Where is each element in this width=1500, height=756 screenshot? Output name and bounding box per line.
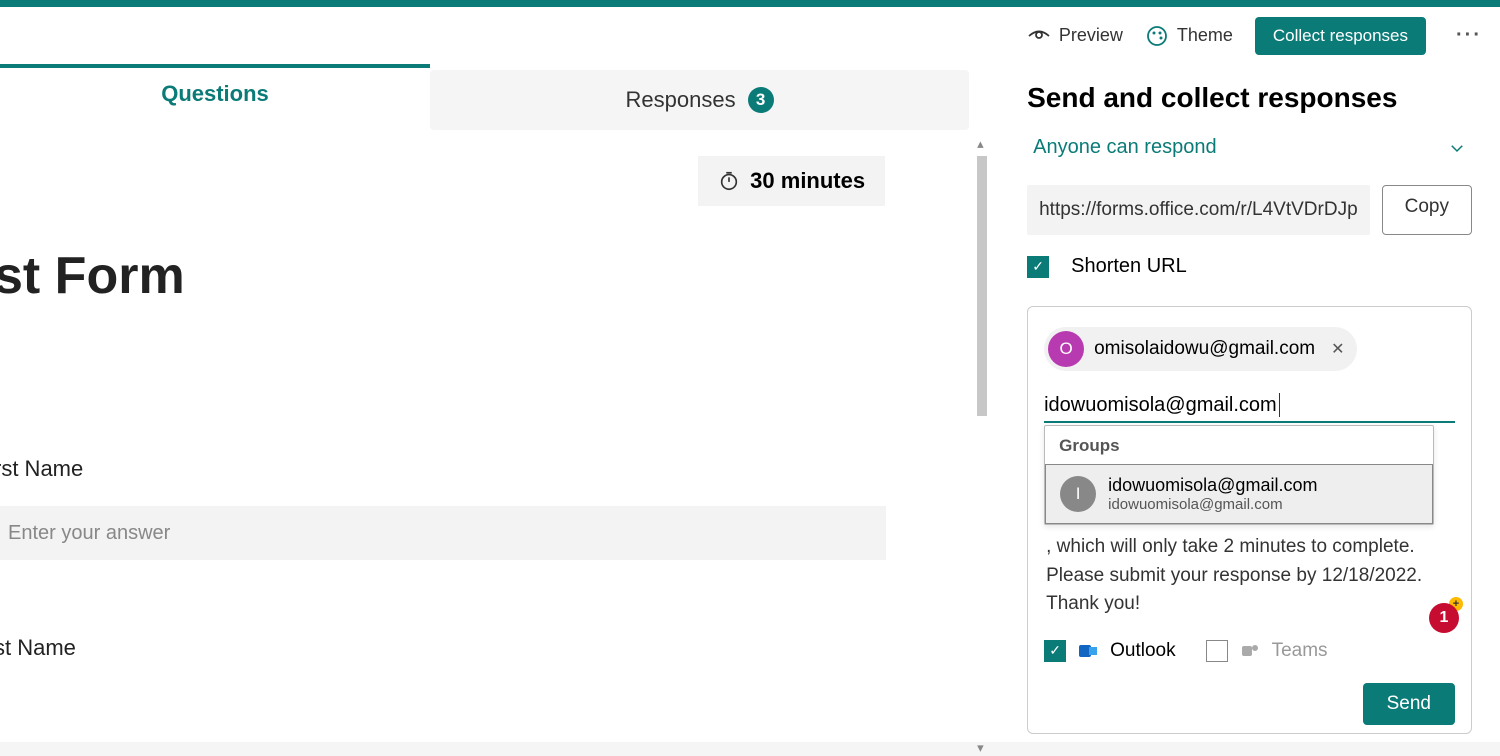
tab-questions-label: Questions — [161, 81, 269, 107]
copy-label: Copy — [1405, 196, 1449, 217]
send-button[interactable]: Send — [1363, 683, 1455, 725]
question-1-label: rst Name — [0, 456, 993, 482]
scroll-up-icon[interactable]: ▴ — [977, 136, 984, 152]
collect-label: Collect responses — [1273, 26, 1408, 45]
tabs: Questions Responses 3 — [0, 64, 993, 136]
palette-icon — [1145, 24, 1169, 48]
respond-label: Anyone can respond — [1033, 136, 1216, 159]
email-card: O omisolaidowu@gmail.com ✕ idowuomisola@… — [1027, 306, 1472, 734]
theme-button[interactable]: Theme — [1145, 24, 1233, 48]
shorten-label: Shorten URL — [1071, 255, 1187, 278]
send-options: ✓ Outlook Teams — [1044, 639, 1455, 663]
notification-badge[interactable]: 1 — [1429, 603, 1459, 633]
respond-dropdown[interactable]: Anyone can respond — [1027, 128, 1472, 167]
teams-icon — [1238, 639, 1262, 663]
header-bar: Preview Theme Collect responses ··· — [0, 7, 1500, 64]
dropdown-item[interactable]: I idowuomisola@gmail.com idowuomisola@gm… — [1045, 464, 1433, 524]
recipient-input[interactable]: idowuomisola@gmail.com — [1044, 383, 1455, 423]
url-row: https://forms.office.com/r/L4VtVDrDJp Co… — [1027, 185, 1472, 235]
teams-checkbox[interactable] — [1206, 640, 1228, 662]
dd-secondary: idowuomisola@gmail.com — [1108, 496, 1317, 513]
tab-responses[interactable]: Responses 3 — [430, 70, 969, 130]
dropdown-header: Groups — [1045, 436, 1433, 464]
text-caret — [1279, 393, 1280, 417]
message-body[interactable]: , which will only take 2 minutes to comp… — [1044, 533, 1455, 619]
collect-responses-button[interactable]: Collect responses — [1255, 17, 1426, 55]
panel-title: Send and collect responses — [1027, 82, 1472, 114]
scrollbar[interactable]: ▴ ▾ — [977, 136, 989, 756]
preview-label: Preview — [1059, 25, 1123, 46]
copy-button[interactable]: Copy — [1382, 185, 1472, 235]
avatar-icon: O — [1048, 331, 1084, 367]
dd-primary: idowuomisola@gmail.com — [1108, 475, 1317, 496]
tab-questions[interactable]: Questions — [0, 64, 430, 124]
timer-text: 30 minutes — [750, 168, 865, 194]
scroll-down-icon[interactable]: ▾ — [977, 740, 984, 756]
url-field[interactable]: https://forms.office.com/r/L4VtVDrDJp — [1027, 185, 1370, 235]
remove-chip-icon[interactable]: ✕ — [1331, 339, 1344, 359]
input-text: idowuomisola@gmail.com — [1044, 394, 1277, 417]
eye-icon — [1027, 24, 1051, 48]
form-editor: Questions Responses 3 30 minutes st Form… — [0, 64, 993, 742]
teams-label: Teams — [1272, 640, 1328, 662]
shorten-row: ✓ Shorten URL — [1027, 255, 1472, 278]
preview-button[interactable]: Preview — [1027, 24, 1123, 48]
question-2-label: st Name — [0, 635, 993, 661]
chip-email: omisolaidowu@gmail.com — [1094, 338, 1315, 360]
answer-placeholder: Enter your answer — [8, 522, 170, 545]
question-1-input[interactable]: Enter your answer — [0, 506, 886, 560]
responses-count-badge: 3 — [748, 87, 774, 113]
recipient-chip[interactable]: O omisolaidowu@gmail.com ✕ — [1044, 327, 1356, 371]
timer-badge[interactable]: 30 minutes — [698, 156, 885, 206]
tab-responses-label: Responses — [626, 87, 736, 113]
outlook-label: Outlook — [1110, 640, 1175, 662]
dd-avatar-icon: I — [1060, 476, 1096, 512]
main-area: Questions Responses 3 30 minutes st Form… — [0, 64, 1500, 742]
chevron-down-icon — [1448, 139, 1466, 157]
outlook-checkbox[interactable]: ✓ — [1044, 640, 1066, 662]
outlook-icon — [1076, 639, 1100, 663]
stopwatch-icon — [718, 170, 740, 192]
theme-label: Theme — [1177, 25, 1233, 46]
app-top-bar — [0, 0, 1500, 7]
scroll-thumb[interactable] — [977, 156, 987, 416]
outlook-option[interactable]: ✓ Outlook — [1044, 639, 1175, 663]
suggestion-dropdown: Groups I idowuomisola@gmail.com idowuomi… — [1044, 425, 1434, 525]
shorten-checkbox[interactable]: ✓ — [1027, 256, 1049, 278]
send-panel: Send and collect responses Anyone can re… — [993, 64, 1500, 742]
send-label: Send — [1387, 693, 1431, 714]
more-menu-button[interactable]: ··· — [1448, 24, 1490, 47]
form-title[interactable]: st Form — [0, 246, 993, 306]
form-canvas: 30 minutes st Form rst Name Enter your a… — [0, 136, 993, 756]
teams-option[interactable]: Teams — [1206, 639, 1328, 663]
